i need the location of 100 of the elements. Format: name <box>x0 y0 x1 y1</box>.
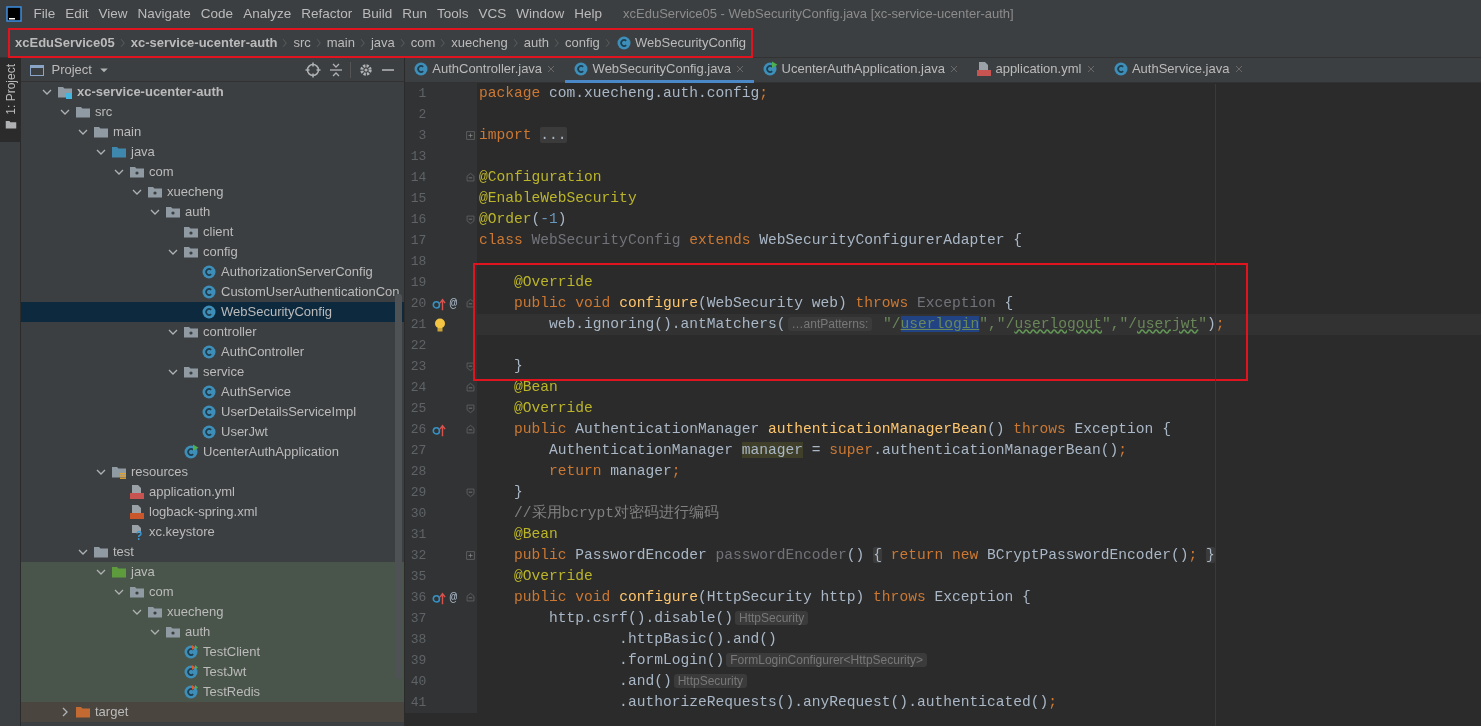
class-icon <box>201 344 217 360</box>
file-icon <box>129 524 145 540</box>
package-icon <box>165 204 181 220</box>
code-line: return manager; <box>548 461 681 481</box>
menu-item[interactable]: File <box>28 3 61 25</box>
class-icon <box>615 34 632 51</box>
tree-item[interactable]: logback-spring.xml <box>149 502 258 522</box>
tree-item[interactable]: xc.keystore <box>149 522 215 542</box>
menu-item[interactable]: VCS <box>473 3 512 25</box>
class-icon <box>201 384 217 400</box>
breadcrumb-item[interactable]: auth <box>520 32 553 53</box>
tree-item[interactable]: CustomUserAuthenticationCon <box>221 282 400 302</box>
menu-item[interactable]: Refactor <box>296 3 358 25</box>
tree-item[interactable]: java <box>131 142 155 162</box>
view-dropdown[interactable]: Project <box>51 59 111 80</box>
tree-item[interactable]: WebSecurityConfig <box>221 302 333 322</box>
package-icon <box>147 184 163 200</box>
window-title: xcEduService05 - WebSecurityConfig.java [xc-service-ucenter-auth] <box>623 5 1014 24</box>
tree-item[interactable]: service <box>203 362 245 382</box>
breadcrumb-item[interactable]: xc-service-ucenter-auth <box>127 32 281 53</box>
package-icon <box>183 324 199 340</box>
menu-item[interactable]: Edit <box>60 3 94 25</box>
folder-icon <box>111 464 127 480</box>
tree-item[interactable]: UserDetailsServiceImpl <box>221 402 357 422</box>
breadcrumb-item[interactable]: xcEduService05 <box>12 32 118 53</box>
code-line: .authorizeRequests().anyRequest().authenticated(); <box>618 692 1057 712</box>
editor-tab[interactable]: AuthService.java <box>1104 58 1253 83</box>
menu-item[interactable]: Tools <box>432 3 474 25</box>
menu-item[interactable]: Navigate <box>132 3 196 25</box>
unfold-icon[interactable] <box>465 130 477 141</box>
menu-item[interactable]: Analyze <box>238 3 297 25</box>
folder-icon <box>111 564 127 580</box>
code-line: class WebSecurityConfig extends WebSecurityConfigurerAdapter { <box>478 230 1022 250</box>
tree-item[interactable]: com <box>149 162 174 182</box>
tree-item[interactable]: application.yml <box>149 482 235 502</box>
gutter-mark[interactable]: @ <box>449 293 458 314</box>
tree-item[interactable]: AuthorizationServerConfig <box>221 262 373 282</box>
tree-item[interactable]: controller <box>203 322 257 342</box>
folder-icon <box>93 544 109 560</box>
tree-item[interactable]: AuthService <box>221 382 292 402</box>
breadcrumb-item[interactable]: com <box>407 32 439 53</box>
tree-item[interactable]: client <box>203 222 234 242</box>
target-icon[interactable] <box>305 61 321 78</box>
breadcrumb-item[interactable]: config <box>562 32 603 53</box>
tree-item[interactable]: TestJwt <box>203 662 247 682</box>
editor-tab[interactable]: application.yml <box>968 58 1105 83</box>
tree-item[interactable]: xc-service-ucenter-auth <box>77 82 224 102</box>
code-line: @EnableWebSecurity <box>478 188 637 208</box>
menu-item[interactable]: Run <box>397 3 432 25</box>
tree-item[interactable]: xuecheng <box>167 182 224 202</box>
unfold-icon[interactable] <box>465 550 477 561</box>
tree-item[interactable]: config <box>203 242 238 262</box>
menu-item[interactable]: Build <box>357 3 398 25</box>
tree-item[interactable]: TestRedis <box>203 682 261 702</box>
class-icon <box>201 284 217 300</box>
breadcrumb-item[interactable]: main <box>323 32 358 53</box>
tree-item[interactable]: com <box>149 582 174 602</box>
breadcrumb-item[interactable]: java <box>367 32 398 53</box>
tree-item[interactable]: TestClient <box>203 642 261 662</box>
tree-item[interactable]: UserJwt <box>221 422 268 442</box>
tree-item[interactable]: AuthController <box>221 342 305 362</box>
tree-item[interactable]: main <box>113 122 142 142</box>
collapse-icon[interactable] <box>327 61 344 78</box>
folder-icon <box>93 124 109 140</box>
menu-item[interactable]: Help <box>569 3 608 25</box>
tree-item[interactable]: auth <box>185 202 211 222</box>
package-icon <box>183 244 199 260</box>
circle-arrow-icon[interactable] <box>432 296 447 311</box>
code-line: public void configure(HttpSecurity http) throws Exception { <box>513 587 1031 607</box>
breadcrumb-item[interactable]: src <box>290 32 314 53</box>
code-line: web.ignoring().antMatchers( …antPatterns: "/userlogin","/userlogout","/userjwt"); <box>548 314 1225 334</box>
tree-item[interactable]: auth <box>185 622 211 642</box>
tree-item[interactable]: test <box>113 542 134 562</box>
package-icon <box>147 604 163 620</box>
tree-item[interactable]: UcenterAuthApplication <box>203 442 339 462</box>
tree-item[interactable]: resources <box>131 462 189 482</box>
tree-item[interactable]: java <box>131 562 155 582</box>
menu-item[interactable]: Window <box>511 3 570 25</box>
editor-tab[interactable]: UcenterAuthApplication.java <box>754 58 969 83</box>
breadcrumb-item[interactable]: WebSecurityConfig <box>612 32 750 53</box>
breadcrumb-item[interactable]: xuecheng <box>448 32 511 53</box>
circle-arrow-icon[interactable] <box>432 422 447 437</box>
gutter-mark[interactable]: @ <box>449 587 458 608</box>
menu-item[interactable]: Code <box>195 3 239 25</box>
code-line: @Bean <box>513 377 558 397</box>
tool-window-button[interactable]: 1: Project <box>0 58 21 142</box>
tree-item[interactable]: target <box>95 702 129 722</box>
scrollbar-thumb[interactable] <box>395 294 402 679</box>
circle-arrow-icon[interactable] <box>432 590 447 605</box>
file-icon <box>976 61 993 77</box>
code-line: //采用bcrypt对密码进行编码 <box>513 503 720 523</box>
tree-item[interactable]: src <box>95 102 113 122</box>
editor-tab[interactable]: AuthController.java <box>405 58 566 83</box>
app-logo-icon[interactable] <box>6 6 22 22</box>
code-line: @Configuration <box>478 167 602 187</box>
code-line: @Order(-1) <box>478 209 567 229</box>
tree-item[interactable]: xuecheng <box>167 602 224 622</box>
code-line: @Override <box>513 272 593 292</box>
code-line: .and() HttpSecurity <box>477 670 750 693</box>
menu-item[interactable]: View <box>93 3 133 25</box>
